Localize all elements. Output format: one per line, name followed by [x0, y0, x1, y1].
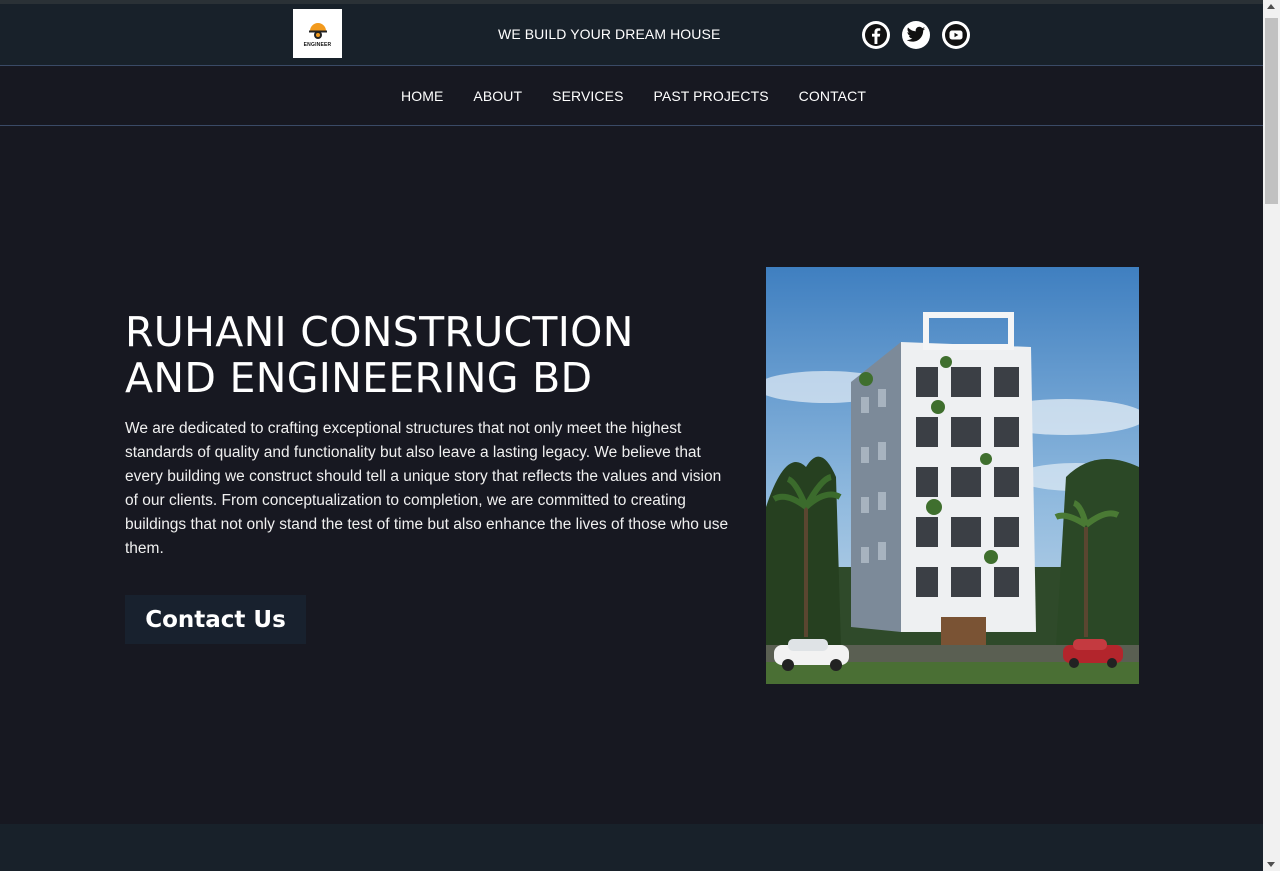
nav-home[interactable]: HOME: [401, 88, 443, 104]
scroll-up-arrow-icon[interactable]: [1267, 4, 1275, 9]
nav-about[interactable]: ABOUT: [473, 88, 522, 104]
header-tagline: WE BUILD YOUR DREAM HOUSE: [498, 26, 721, 42]
contact-us-button[interactable]: Contact Us: [125, 595, 306, 644]
social-links: [862, 21, 970, 49]
facebook-link[interactable]: [862, 21, 890, 49]
scroll-down-arrow-icon[interactable]: [1267, 862, 1275, 867]
facebook-icon: [865, 24, 887, 46]
scroll-thumb[interactable]: [1265, 18, 1278, 204]
twitter-icon: [906, 26, 926, 42]
site-logo[interactable]: ENGINEER: [293, 9, 342, 58]
next-section: [0, 824, 1263, 871]
page-scrollbar[interactable]: [1263, 0, 1280, 871]
twitter-link[interactable]: [902, 21, 930, 49]
youtube-icon: [945, 24, 967, 46]
youtube-link[interactable]: [942, 21, 970, 49]
hero-title: RUHANI CONSTRUCTION AND ENGINEERING BD: [125, 309, 745, 401]
nav-contact[interactable]: CONTACT: [799, 88, 866, 104]
site-header: ENGINEER WE BUILD YOUR DREAM HOUSE: [0, 4, 1263, 66]
main-nav: HOME ABOUT SERVICES PAST PROJECTS CONTAC…: [0, 67, 1263, 126]
nav-past-projects[interactable]: PAST PROJECTS: [654, 88, 769, 104]
logo-text: ENGINEER: [303, 42, 332, 48]
helmet-icon: [307, 19, 329, 41]
building-photo: [766, 267, 1139, 684]
hero-title-line-2: AND ENGINEERING BD: [125, 354, 593, 402]
hero-title-line-1: RUHANI CONSTRUCTION: [125, 308, 634, 356]
nav-services[interactable]: SERVICES: [552, 88, 623, 104]
hero-description: We are dedicated to crafting exceptional…: [125, 420, 729, 557]
